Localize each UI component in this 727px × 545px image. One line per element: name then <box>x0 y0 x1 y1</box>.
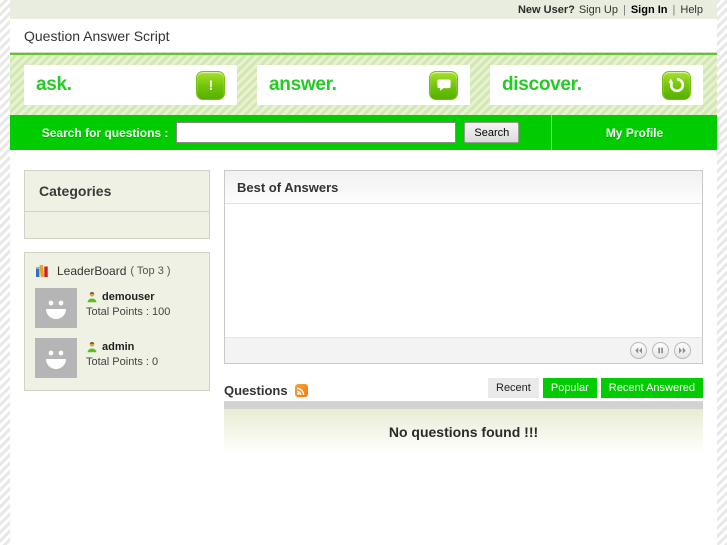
banner-box-discover[interactable]: discover. <box>490 65 703 105</box>
leaderboard-title: LeaderBoard <box>57 263 127 278</box>
best-of-answers-controls <box>225 337 702 363</box>
leaderboard-entry-name-row: demouser <box>86 291 170 303</box>
previous-button[interactable] <box>630 342 647 359</box>
search-input[interactable] <box>176 122 457 143</box>
page-container: New User? Sign Up | Sign In | Help Quest… <box>10 0 717 545</box>
list-item[interactable]: admin Total Points : 0 <box>35 338 199 378</box>
next-button[interactable] <box>674 342 691 359</box>
leaderboard-username: demouser <box>102 291 155 303</box>
leaderboard-icon <box>35 263 50 278</box>
categories-title: Categories <box>25 171 209 212</box>
banner-label-ask: ask. <box>36 74 72 95</box>
banner-strip: ask. ! answer. discover. <box>10 53 717 115</box>
search-bar: Search for questions : Search My Profile <box>10 115 717 150</box>
leaderboard-entry-info: demouser Total Points : 100 <box>86 288 170 318</box>
page-title: Question Answer Script <box>24 27 170 44</box>
tab-recent[interactable]: Recent <box>488 378 539 398</box>
speech-bubble-icon <box>429 70 458 100</box>
refresh-icon <box>662 70 691 100</box>
sign-up-link[interactable]: Sign Up <box>579 4 618 16</box>
pause-button[interactable] <box>652 342 669 359</box>
main-column: Best of Answers Questions Recent Popular… <box>224 170 703 495</box>
user-icon <box>86 341 98 353</box>
categories-list <box>25 212 209 238</box>
new-user-label: New User? <box>517 3 575 16</box>
avatar <box>35 338 77 378</box>
site-title-bar: Question Answer Script <box>10 19 717 53</box>
categories-panel: Categories <box>24 170 210 239</box>
my-profile-label: My Profile <box>605 125 664 140</box>
leaderboard-header: LeaderBoard ( Top 3 ) <box>35 263 199 278</box>
tab-recent-answered[interactable]: Recent Answered <box>600 378 703 398</box>
svg-text:!: ! <box>208 77 213 93</box>
leaderboard-username: admin <box>102 341 135 353</box>
banner-label-discover: discover. <box>502 74 582 95</box>
help-link[interactable]: Help <box>680 4 703 16</box>
best-of-answers-panel: Best of Answers <box>224 170 703 364</box>
sidebar: Categories LeaderBoard ( Top 3 ) demouse… <box>24 170 210 495</box>
avatar <box>35 288 77 328</box>
questions-empty-message: No questions found !!! <box>224 409 703 455</box>
banner-label-answer: answer. <box>269 74 337 95</box>
top-utility-bar: New User? Sign Up | Sign In | Help <box>10 0 717 19</box>
leaderboard-subtitle: ( Top 3 ) <box>130 264 171 277</box>
best-of-answers-body <box>225 204 702 337</box>
banner-box-answer[interactable]: answer. <box>257 65 470 105</box>
leaderboard-points: Total Points : 0 <box>86 356 159 368</box>
rss-icon[interactable] <box>294 384 308 397</box>
sign-in-link[interactable]: Sign In <box>631 4 668 16</box>
tab-popular[interactable]: Popular <box>542 378 597 398</box>
leaderboard-panel: LeaderBoard ( Top 3 ) demouser Total Poi… <box>24 252 210 391</box>
best-of-answers-title: Best of Answers <box>225 171 702 204</box>
questions-title: Questions <box>224 383 288 398</box>
exclamation-icon: ! <box>196 70 225 100</box>
separator-1: | <box>622 3 626 16</box>
questions-divider <box>224 402 703 409</box>
questions-header: Questions Recent Popular Recent Answered <box>224 378 703 402</box>
my-profile-button[interactable]: My Profile <box>551 115 717 150</box>
search-button[interactable]: Search <box>464 122 520 143</box>
questions-title-group: Questions <box>224 383 308 398</box>
content-area: Categories LeaderBoard ( Top 3 ) demouse… <box>10 150 717 495</box>
banner-box-ask[interactable]: ask. ! <box>24 65 237 105</box>
separator-2: | <box>672 3 676 16</box>
search-zone: Search for questions : Search <box>10 115 551 150</box>
user-icon <box>86 291 98 303</box>
leaderboard-entry-info: admin Total Points : 0 <box>86 338 158 368</box>
list-item[interactable]: demouser Total Points : 100 <box>35 288 199 328</box>
leaderboard-entry-name-row: admin <box>86 341 158 353</box>
questions-tabs: Recent Popular Recent Answered <box>484 378 703 398</box>
search-label: Search for questions : <box>41 125 169 140</box>
leaderboard-points: Total Points : 100 <box>86 306 171 318</box>
bottom-spacer <box>224 455 703 495</box>
